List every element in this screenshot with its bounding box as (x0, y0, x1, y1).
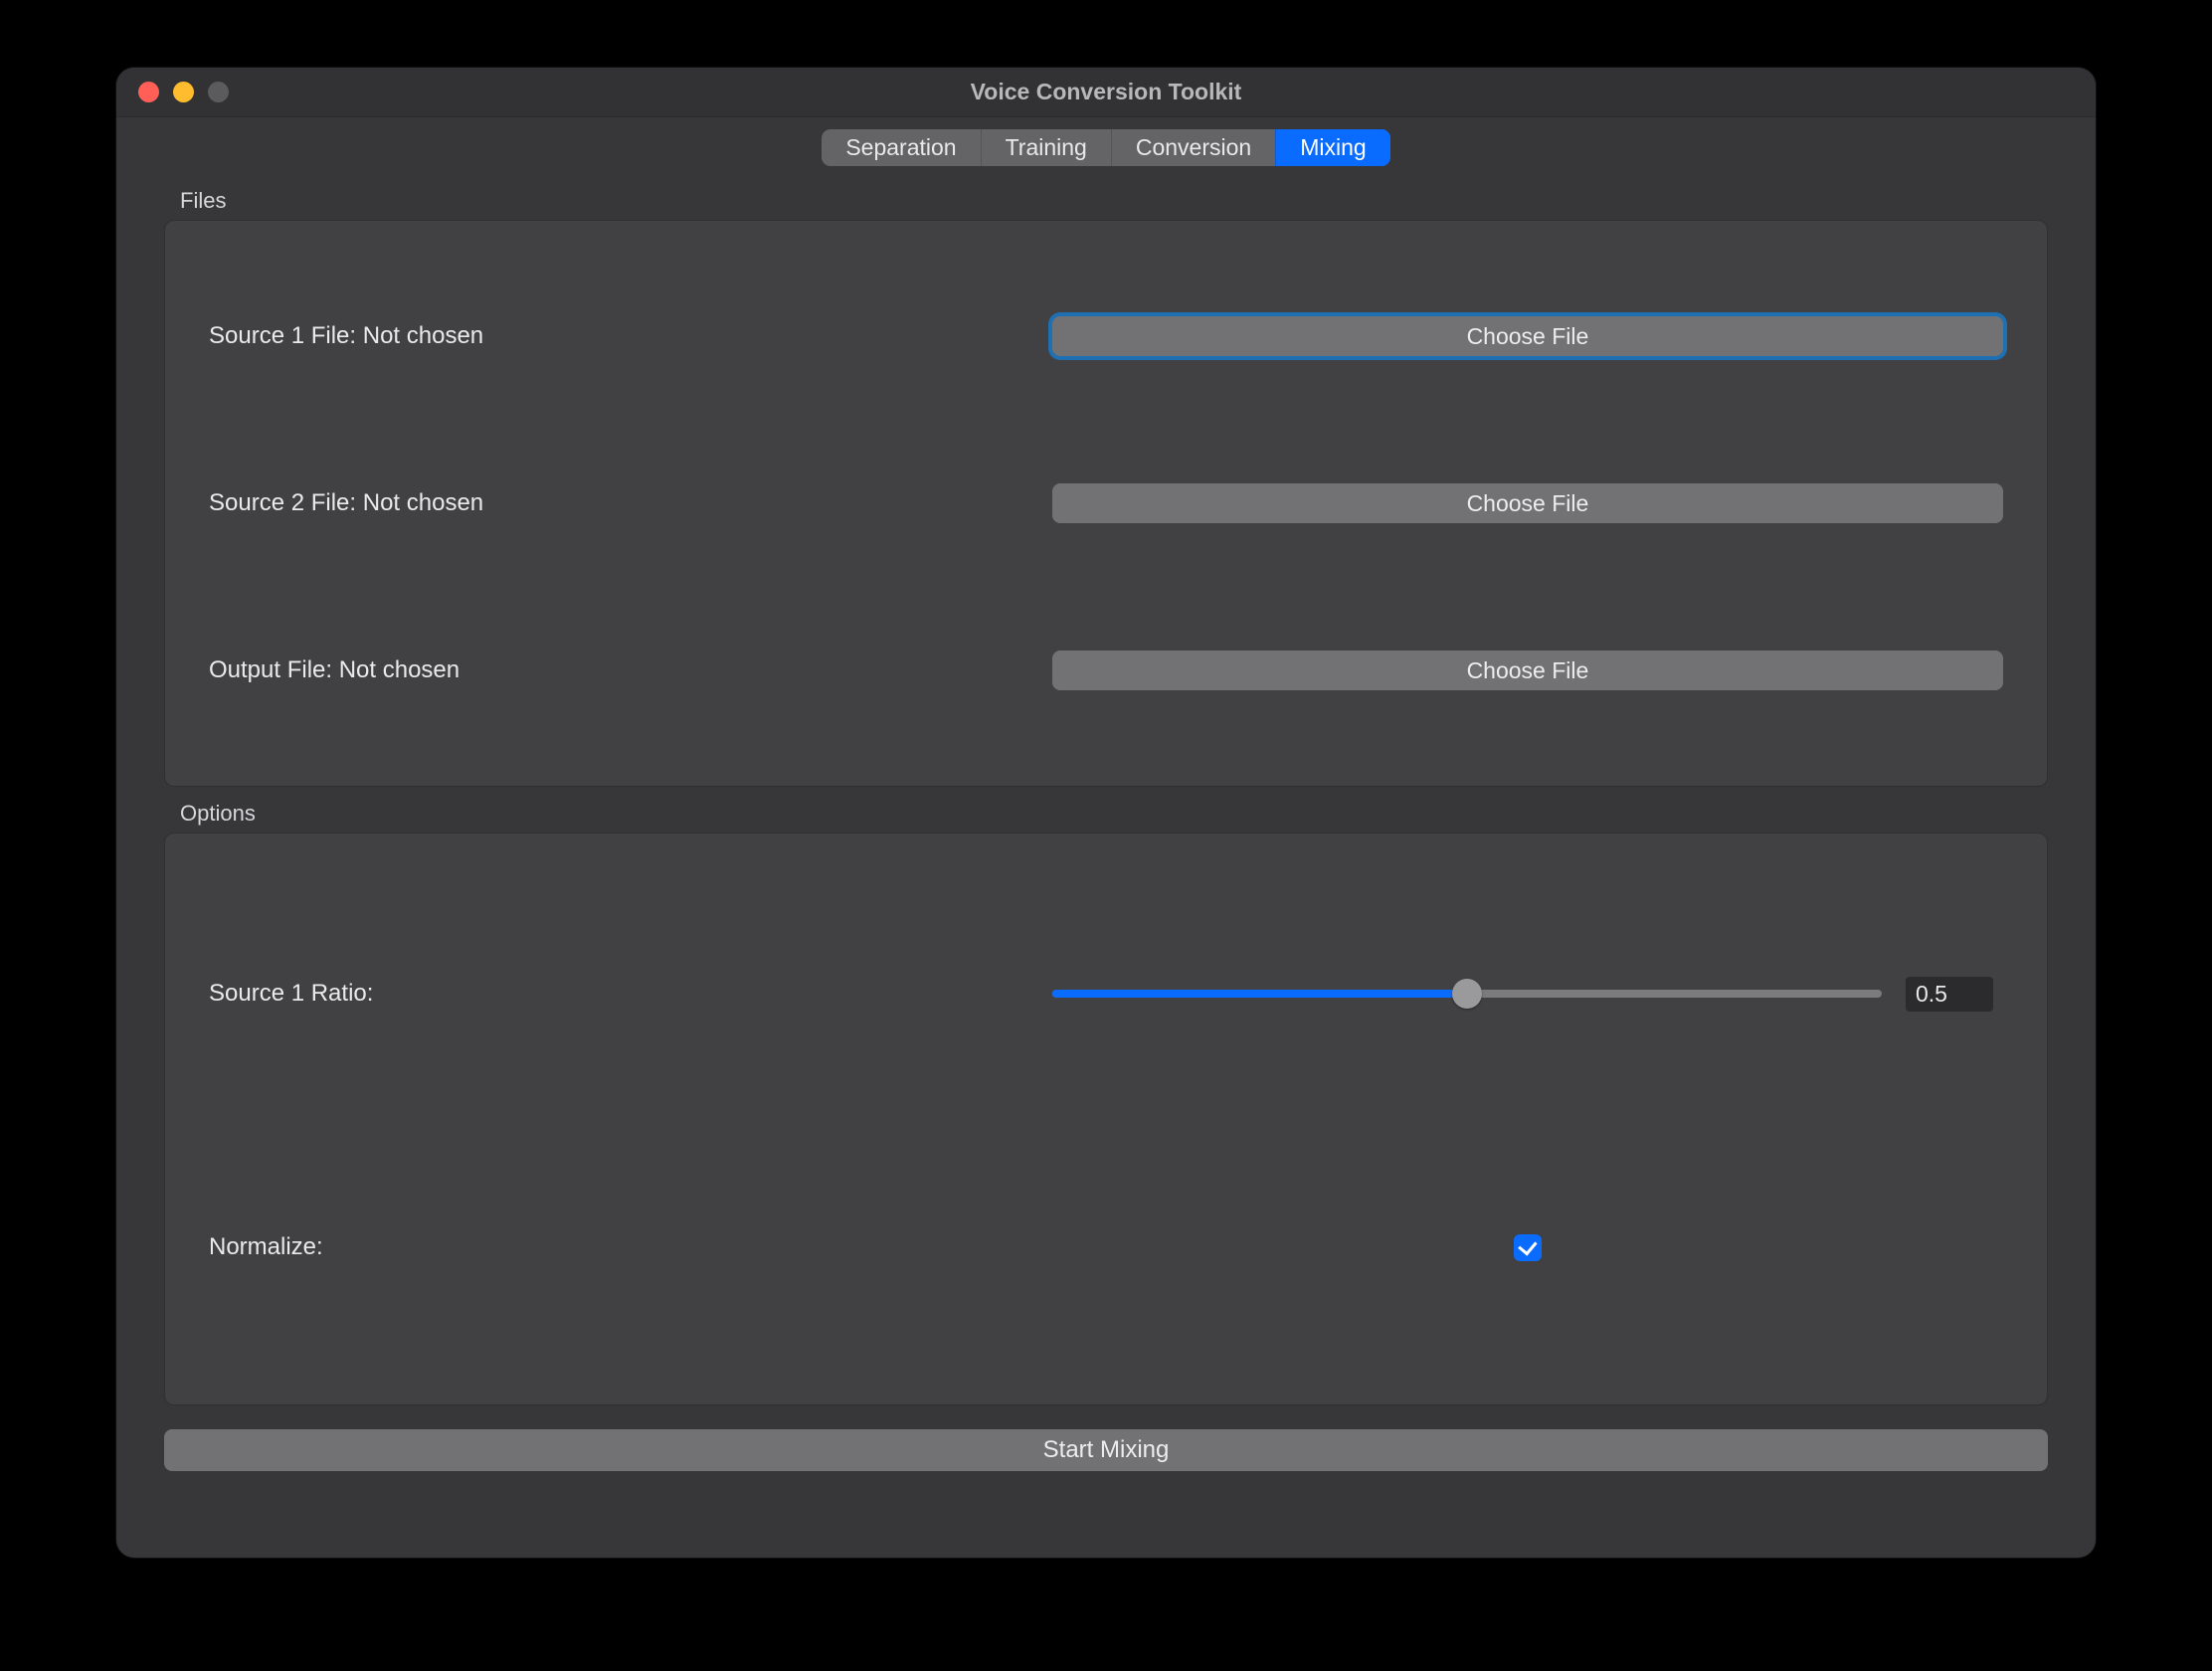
tabbar-wrap: Separation Training Conversion Mixing (116, 117, 2096, 168)
tab-training[interactable]: Training (981, 129, 1111, 166)
minimize-icon[interactable] (173, 82, 194, 102)
source1-label: Source 1 File: Not chosen (209, 322, 1052, 350)
tab-conversion[interactable]: Conversion (1111, 129, 1275, 166)
app-window: Voice Conversion Toolkit Separation Trai… (116, 68, 2096, 1558)
close-icon[interactable] (138, 82, 159, 102)
tab-mixing[interactable]: Mixing (1275, 129, 1389, 166)
options-group-label: Options (164, 795, 2048, 833)
tab-separation[interactable]: Separation (822, 129, 980, 166)
output-label: Output File: Not chosen (209, 656, 1052, 684)
source2-label: Source 2 File: Not chosen (209, 489, 1052, 517)
output-row: Output File: Not chosen Choose File (209, 650, 2003, 690)
check-icon (1518, 1236, 1537, 1256)
source2-choose-button[interactable]: Choose File (1052, 483, 2003, 523)
normalize-spacer (1052, 1234, 2003, 1261)
content-area: Files Source 1 File: Not chosen Choose F… (116, 168, 2096, 1558)
normalize-checkbox[interactable] (1514, 1234, 1542, 1261)
ratio-value[interactable]: 0.5 (1906, 977, 1993, 1012)
ratio-control: 0.5 (1052, 977, 2003, 1012)
output-choose-button[interactable]: Choose File (1052, 650, 2003, 690)
options-group: Source 1 Ratio: 0.5 Normalize: (164, 833, 2048, 1405)
window-title: Voice Conversion Toolkit (116, 79, 2096, 105)
titlebar: Voice Conversion Toolkit (116, 68, 2096, 117)
tabbar: Separation Training Conversion Mixing (822, 129, 1389, 166)
zoom-icon[interactable] (208, 82, 229, 102)
ratio-slider[interactable] (1052, 979, 1882, 1009)
ratio-row: Source 1 Ratio: 0.5 (209, 977, 2003, 1012)
window-controls (116, 82, 229, 102)
slider-fill (1052, 990, 1467, 998)
source1-choose-button[interactable]: Choose File (1052, 316, 2003, 356)
files-group-label: Files (164, 182, 2048, 220)
slider-thumb-icon[interactable] (1452, 979, 1482, 1009)
ratio-label: Source 1 Ratio: (209, 980, 1052, 1008)
normalize-label: Normalize: (209, 1233, 1052, 1261)
source2-row: Source 2 File: Not chosen Choose File (209, 483, 2003, 523)
normalize-row: Normalize: (209, 1233, 2003, 1261)
start-mixing-button[interactable]: Start Mixing (164, 1429, 2048, 1471)
files-group: Source 1 File: Not chosen Choose File So… (164, 220, 2048, 787)
source1-row: Source 1 File: Not chosen Choose File (209, 316, 2003, 356)
